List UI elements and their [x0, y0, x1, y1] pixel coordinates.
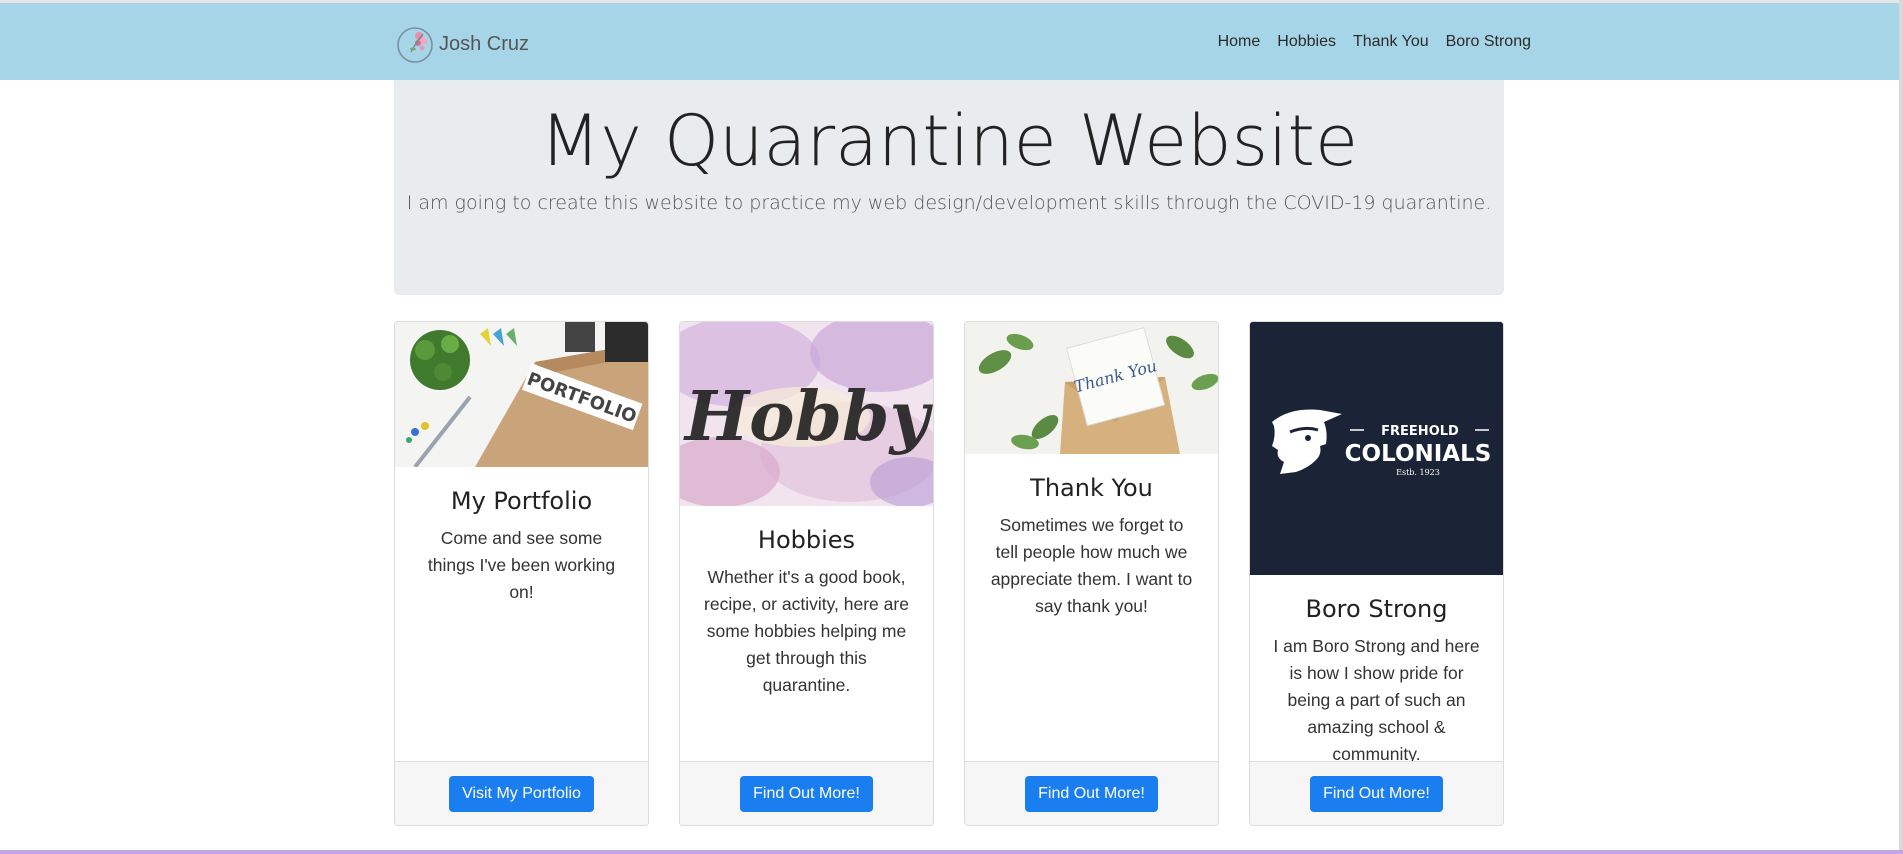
card-hobbies: Hobby Hobbies Whether it's a good book, …: [679, 321, 934, 826]
card-boro-strong: FREEHOLD COLONIALS Estb. 1923 Boro Stron…: [1249, 321, 1504, 826]
hobbies-find-out-more-button[interactable]: Find Out More!: [740, 775, 873, 812]
card-footer: Find Out More!: [680, 761, 933, 825]
boro-strong-find-out-more-button[interactable]: Find Out More!: [1310, 775, 1443, 812]
card-text: Come and see some things I've been worki…: [427, 528, 616, 602]
nav-home[interactable]: Home: [1218, 33, 1261, 51]
card-footer: Find Out More!: [965, 761, 1218, 825]
card-portfolio: PORTFOLIO My Portfolio Come and see some…: [394, 321, 649, 826]
card-title: Thank You: [1030, 474, 1153, 502]
floral-logo-icon: [397, 27, 433, 63]
page-title: My Quarantine Website: [539, 100, 1359, 182]
hero-jumbotron: My Quarantine Website I am going to crea…: [394, 80, 1504, 295]
visit-portfolio-button[interactable]: Visit My Portfolio: [449, 775, 594, 812]
colonials-line2: COLONIALS: [1345, 441, 1492, 467]
hero-lead: I am going to create this website to pra…: [406, 192, 1492, 214]
nav-links: Home Hobbies Thank You Boro Strong: [1218, 33, 1531, 51]
card-footer: Visit My Portfolio: [395, 761, 648, 825]
thank-you-image: Thank You: [965, 322, 1218, 454]
nav-hobbies[interactable]: Hobbies: [1277, 33, 1336, 51]
hobby-image: Hobby: [680, 322, 933, 506]
card-footer: Find Out More!: [1250, 761, 1503, 825]
brand-name: Josh Cruz: [439, 32, 530, 55]
card-title: Boro Strong: [1305, 595, 1448, 623]
card-text: I am Boro Strong and here is how I show …: [1273, 636, 1480, 764]
card-text: Sometimes we forget to tell people how m…: [990, 515, 1193, 616]
window-bottom-edge: [0, 850, 1903, 854]
vertical-scrollbar[interactable]: [1899, 0, 1903, 854]
card-title: Hobbies: [757, 526, 856, 554]
hobby-image-label: Hobby: [683, 377, 933, 457]
colonials-line3: Estb. 1923: [1396, 468, 1440, 477]
colonials-line1: FREEHOLD: [1381, 424, 1459, 439]
card-text: Whether it's a good book, recipe, or act…: [704, 567, 909, 695]
thank-you-find-out-more-button[interactable]: Find Out More!: [1025, 775, 1158, 812]
colonials-image: FREEHOLD COLONIALS Estb. 1923: [1250, 322, 1503, 575]
navbar: Josh Cruz Home Hobbies Thank You Boro St…: [0, 3, 1900, 80]
card-thank-you: Thank You Thank You Sometimes we forget …: [964, 321, 1219, 826]
nav-thank-you[interactable]: Thank You: [1353, 33, 1429, 51]
portfolio-image: PORTFOLIO: [395, 322, 648, 467]
card-title: My Portfolio: [450, 487, 593, 515]
brand-link[interactable]: Josh Cruz: [395, 22, 529, 66]
nav-boro-strong[interactable]: Boro Strong: [1446, 33, 1531, 51]
